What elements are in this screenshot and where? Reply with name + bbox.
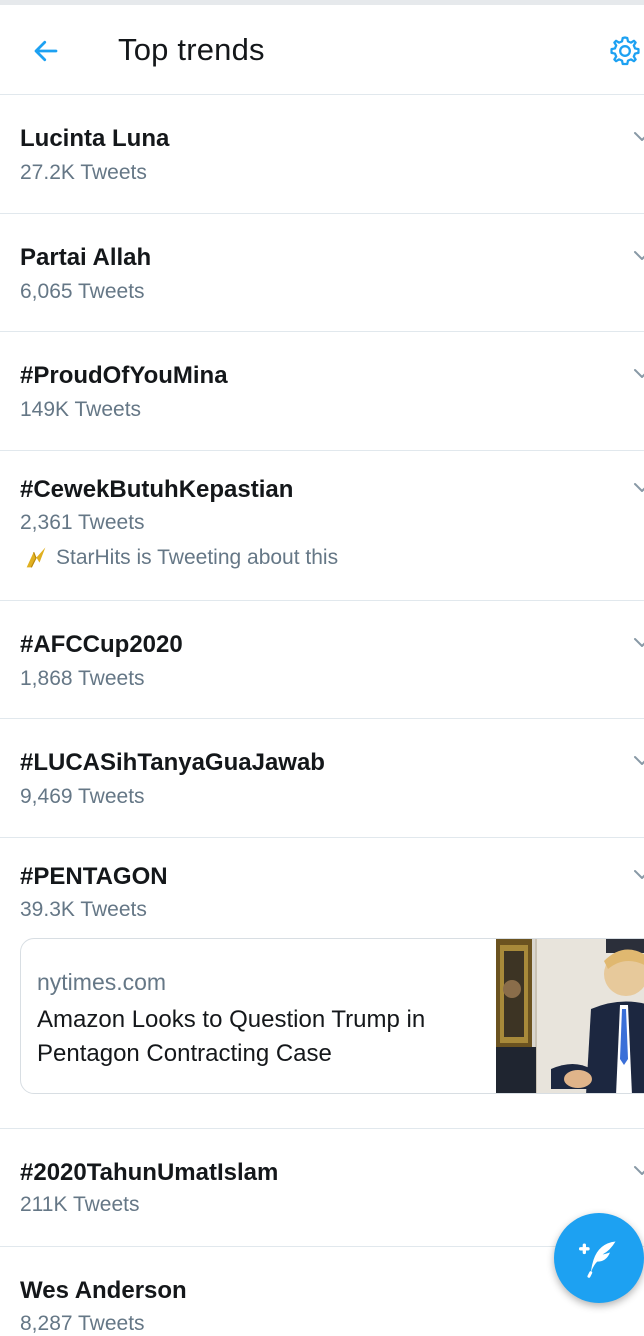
trend-tweet-count: 27.2K Tweets <box>20 161 147 184</box>
starhits-avatar-icon <box>20 542 52 574</box>
trend-name: Partai Allah <box>20 244 152 271</box>
news-headline: Amazon Looks to Question Trump in Pentag… <box>37 1006 426 1067</box>
trend-tweet-count: 149K Tweets <box>20 398 142 421</box>
trend-tweet-count: 211K Tweets <box>20 1193 140 1216</box>
compose-tweet-icon <box>579 1241 616 1278</box>
chevron-down-icon[interactable] <box>630 863 644 887</box>
page-title: Top trends <box>118 32 265 67</box>
trend-item[interactable]: Partai Allah 6,065 Tweets <box>0 214 644 332</box>
trend-item[interactable]: #LUCASihTanyaGuaJawab 9,469 Tweets <box>0 719 644 838</box>
news-card[interactable]: nytimes.com Amazon Looks to Question Tru… <box>20 938 644 1094</box>
trend-item[interactable]: #AFCCup2020 1,868 Tweets <box>0 601 644 719</box>
trend-tweet-count: 9,469 Tweets <box>20 785 145 808</box>
trend-item[interactable]: Lucinta Luna 27.2K Tweets <box>0 95 644 214</box>
trend-tweet-count: 8,287 Tweets <box>20 1312 145 1335</box>
trend-item[interactable]: #CewekButuhKepastian 2,361 Tweets StarHi… <box>0 451 644 601</box>
trend-item[interactable]: #PENTAGON 39.3K Tweets nytimes.com Amazo… <box>0 838 644 1129</box>
trend-name: #LUCASihTanyaGuaJawab <box>20 749 325 776</box>
trend-tweet-count: 6,065 Tweets <box>20 280 145 303</box>
trend-name: #CewekButuhKepastian <box>20 476 294 503</box>
chevron-down-icon[interactable] <box>630 1159 644 1183</box>
trend-context-text: StarHits is Tweeting about this <box>56 546 339 569</box>
back-button[interactable] <box>26 31 66 71</box>
settings-button[interactable] <box>608 29 644 73</box>
trend-item[interactable]: Wes Anderson 8,287 Tweets <box>0 1247 644 1335</box>
top-bar: Top trends <box>0 5 644 95</box>
chevron-down-icon[interactable] <box>630 749 644 773</box>
trend-item[interactable]: #2020TahunUmatIslam 211K Tweets <box>0 1129 644 1247</box>
trend-name: #ProudOfYouMina <box>20 362 228 389</box>
arrow-left-icon <box>34 40 58 62</box>
trend-tweet-count: 1,868 Tweets <box>20 667 145 690</box>
chevron-down-icon[interactable] <box>630 244 644 268</box>
trend-tweet-count: 39.3K Tweets <box>20 898 147 921</box>
gear-icon <box>610 36 640 66</box>
compose-tweet-button[interactable] <box>554 1213 644 1303</box>
trend-name: #AFCCup2020 <box>20 631 183 658</box>
trend-tweet-count: 2,361 Tweets <box>20 511 145 534</box>
trend-item[interactable]: #ProudOfYouMina 149K Tweets <box>0 332 644 451</box>
trend-name: #2020TahunUmatIslam <box>20 1159 279 1186</box>
trend-name: Lucinta Luna <box>20 125 170 152</box>
news-thumbnail-image <box>496 939 644 1093</box>
trend-name: #PENTAGON <box>20 863 168 890</box>
news-source: nytimes.com <box>37 969 167 995</box>
chevron-down-icon[interactable] <box>630 362 644 386</box>
chevron-down-icon[interactable] <box>630 631 644 655</box>
chevron-down-icon[interactable] <box>630 476 644 500</box>
chevron-down-icon[interactable] <box>630 125 644 149</box>
trend-context: StarHits is Tweeting about this <box>20 542 338 574</box>
trend-name: Wes Anderson <box>20 1277 187 1304</box>
